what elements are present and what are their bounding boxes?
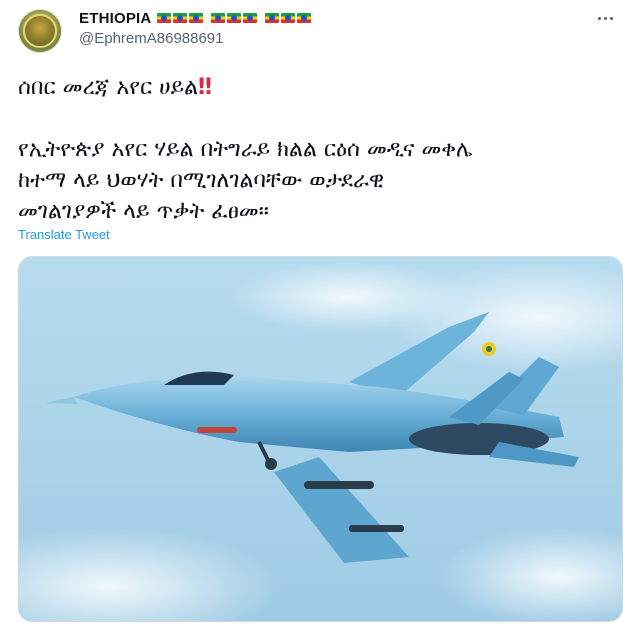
more-dots-icon[interactable] bbox=[594, 8, 616, 28]
tweet-line: የኢትዮጵያ አየር ሃይል በትግራይ ክልል ርዕሰ መዲና መቀሌ bbox=[18, 137, 473, 162]
tweet-line: ሰበር መረጃ አየር ሀይል‼ bbox=[18, 72, 618, 103]
user-handle[interactable]: @EphremA86988691 bbox=[79, 30, 590, 47]
tweet-line: ከተማ ላይ ህወሃት በሚገለገልባቸው ወታደራዊ bbox=[18, 168, 385, 193]
translate-tweet-link[interactable]: Translate Tweet bbox=[18, 227, 110, 242]
tweet-media-image[interactable] bbox=[18, 256, 623, 622]
ethiopia-flag-icon bbox=[157, 13, 172, 23]
display-name[interactable]: ETHIOPIA bbox=[79, 10, 151, 27]
ethiopia-flag-icon bbox=[281, 13, 296, 23]
tweet-headline: ሰበር መረጃ አየር ሀይል bbox=[18, 75, 199, 100]
ethiopia-flag-icon bbox=[243, 13, 258, 23]
ethiopia-flag-icon bbox=[227, 13, 242, 23]
emblem-icon bbox=[23, 14, 57, 48]
double-exclamation-icon: ‼ bbox=[198, 75, 212, 100]
tweet-line: መገልገያዎች ላይ ጥቃት ፈፀመ። bbox=[18, 199, 269, 224]
ethiopia-flag-icon bbox=[297, 13, 312, 23]
ethiopia-flag-icon bbox=[173, 13, 188, 23]
fighter-jet-photo bbox=[19, 257, 622, 621]
ethiopia-flag-icon bbox=[211, 13, 226, 23]
ethiopia-flag-icon bbox=[265, 13, 280, 23]
ethiopia-flag-icon bbox=[189, 13, 204, 23]
avatar[interactable] bbox=[18, 9, 62, 53]
flag-emojis bbox=[157, 13, 312, 23]
tweet-header: ETHIOPIA @EphremA86988691 bbox=[79, 8, 590, 47]
tweet-body: ሰበር መረጃ አየር ሀይል‼ የኢትዮጵያ አየር ሃይል በትግራይ ክል… bbox=[18, 72, 618, 227]
